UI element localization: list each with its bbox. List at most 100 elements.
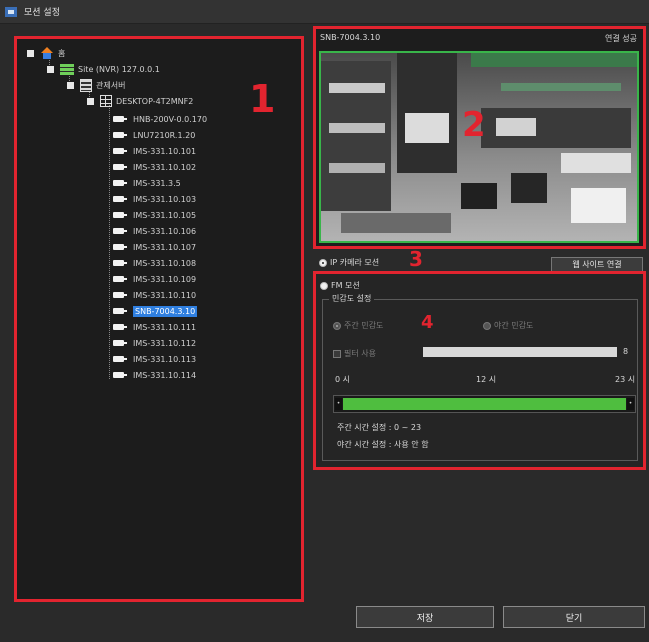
close-button[interactable]: 닫기 bbox=[503, 606, 645, 628]
video-shelf bbox=[329, 123, 385, 133]
tree-item-camera[interactable]: IMS-331.10.111 bbox=[113, 319, 196, 335]
camera-icon bbox=[113, 179, 127, 188]
home-icon bbox=[40, 47, 54, 59]
tree-item-camera[interactable]: LNU7210R.1.20 bbox=[113, 127, 195, 143]
ip-camera-motion-radio[interactable]: IP 카메라 모션 bbox=[319, 257, 379, 268]
tree-item-site[interactable]: Site (NVR) 127.0.0.1 bbox=[47, 61, 160, 77]
time-start-label: 0 시 bbox=[335, 375, 350, 384]
tree-item-server-group[interactable]: 관제서버 bbox=[67, 77, 125, 93]
video-feed bbox=[319, 51, 639, 243]
video-preview-panel: SNB-7004.3.10 연결 성공 2 bbox=[313, 26, 646, 249]
time-mid-label: 12 시 bbox=[476, 375, 497, 384]
tree-item-camera[interactable]: IMS-331.10.107 bbox=[113, 239, 196, 255]
tree-item-camera[interactable]: IMS-331.10.112 bbox=[113, 335, 196, 351]
tree-item-camera[interactable]: IMS-331.10.113 bbox=[113, 351, 196, 367]
tree-item-camera[interactable]: IMS-331.10.102 bbox=[113, 159, 196, 175]
video-floor-object bbox=[341, 213, 451, 233]
day-range-text: 주간 시간 설정 : 0 ~ 23 bbox=[337, 423, 422, 432]
camera-icon bbox=[113, 291, 127, 300]
sensitivity-group-title: 민감도 설정 bbox=[329, 293, 375, 304]
camera-icon bbox=[113, 323, 127, 332]
window-title: 모션 설정 bbox=[24, 8, 60, 18]
camera-icon bbox=[113, 163, 127, 172]
night-sensitivity-radio[interactable]: 야간 민감도 bbox=[483, 320, 533, 331]
range-start-handle[interactable]: • bbox=[335, 398, 342, 410]
tree-item-camera[interactable]: IMS-331.3.5 bbox=[113, 175, 181, 191]
checkbox-icon[interactable] bbox=[333, 349, 341, 358]
tree-item-camera[interactable]: IMS-331.10.103 bbox=[113, 191, 196, 207]
device-tree-panel: 홈 Site (NVR) 127.0.0.1 관제서버 DESKTOP-4T2M… bbox=[14, 36, 304, 602]
video-header: SNB-7004.3.10 연결 성공 bbox=[320, 33, 637, 47]
camera-icon bbox=[113, 227, 127, 236]
video-equipment bbox=[461, 183, 497, 209]
collapse-icon[interactable] bbox=[47, 65, 54, 73]
tree-connector bbox=[109, 105, 110, 379]
callout-number: 3 bbox=[409, 247, 423, 271]
app-icon bbox=[4, 5, 18, 19]
tree-item-camera[interactable]: IMS-331.10.114 bbox=[113, 367, 196, 383]
tree-item-camera[interactable]: IMS-331.10.106 bbox=[113, 223, 196, 239]
camera-icon bbox=[113, 339, 127, 348]
filter-checkbox[interactable]: 필터 사용 bbox=[333, 348, 376, 359]
camera-icon bbox=[113, 243, 127, 252]
time-end-label: 23 시 bbox=[615, 375, 636, 384]
camera-icon bbox=[113, 211, 127, 220]
fm-motion-panel: FM 모션 민감도 설정 4 주간 민감도 야간 민감도 필터 사용 8 0 시… bbox=[313, 271, 646, 470]
website-connect-button[interactable]: 웹 사이트 연결 bbox=[551, 257, 643, 272]
camera-icon bbox=[113, 259, 127, 268]
collapse-icon[interactable] bbox=[27, 49, 34, 57]
camera-name: SNB-7004.3.10 bbox=[320, 33, 381, 42]
camera-icon bbox=[113, 115, 127, 124]
title-bar: 모션 설정 bbox=[0, 0, 649, 24]
radio-selected-icon[interactable] bbox=[333, 321, 341, 330]
tree-item-camera[interactable]: HNB-200V-0.0.170 bbox=[113, 111, 207, 127]
tree-item-camera[interactable]: IMS-331.10.101 bbox=[113, 143, 196, 159]
camera-icon bbox=[113, 355, 127, 364]
video-equipment bbox=[571, 188, 626, 223]
tree-item-camera-selected[interactable]: SNB-7004.3.10 bbox=[113, 303, 198, 319]
callout-number: 4 bbox=[421, 312, 434, 333]
video-equipment bbox=[496, 118, 536, 136]
video-rail bbox=[471, 53, 637, 67]
camera-icon bbox=[113, 147, 127, 156]
video-rail bbox=[501, 83, 621, 91]
callout-number: 2 bbox=[462, 105, 486, 145]
video-shelf bbox=[329, 83, 385, 93]
video-shelf bbox=[329, 163, 385, 173]
grid-icon bbox=[100, 95, 112, 107]
sensitivity-group: 민감도 설정 4 주간 민감도 야간 민감도 필터 사용 8 0 시 12 시 … bbox=[322, 293, 638, 461]
connection-status: 연결 성공 bbox=[605, 34, 637, 43]
camera-icon bbox=[113, 275, 127, 284]
tree-item-camera[interactable]: IMS-331.10.108 bbox=[113, 255, 196, 271]
collapse-icon[interactable] bbox=[67, 81, 74, 89]
callout-number: 1 bbox=[249, 77, 276, 121]
fm-motion-radio[interactable]: FM 모션 bbox=[320, 280, 360, 291]
range-end-handle[interactable]: • bbox=[627, 398, 634, 410]
tree-item-camera[interactable]: IMS-331.10.110 bbox=[113, 287, 196, 303]
camera-icon bbox=[113, 307, 127, 316]
collapse-icon[interactable] bbox=[87, 97, 94, 105]
filter-value: 8 bbox=[623, 347, 629, 356]
video-equipment bbox=[511, 173, 547, 203]
night-range-text: 야간 시간 설정 : 사용 안 함 bbox=[337, 440, 429, 449]
camera-icon bbox=[113, 131, 127, 140]
tree-item-desktop[interactable]: DESKTOP-4T2MNF2 bbox=[87, 93, 193, 109]
day-range-fill bbox=[343, 398, 626, 410]
tree-item-camera[interactable]: IMS-331.10.109 bbox=[113, 271, 196, 287]
nvr-icon bbox=[60, 63, 74, 75]
server-icon bbox=[80, 78, 92, 92]
day-time-range-bar[interactable]: • • bbox=[333, 395, 636, 413]
filter-slider[interactable] bbox=[423, 347, 617, 357]
tree-item-root[interactable]: 홈 bbox=[27, 45, 65, 61]
save-button[interactable]: 저장 bbox=[356, 606, 494, 628]
radio-unselected-icon[interactable] bbox=[320, 281, 328, 290]
camera-icon bbox=[113, 195, 127, 204]
radio-selected-icon[interactable] bbox=[319, 258, 327, 267]
video-equipment bbox=[561, 153, 631, 173]
day-sensitivity-radio[interactable]: 주간 민감도 bbox=[333, 320, 383, 331]
ip-camera-mode-row: IP 카메라 모션 3 웹 사이트 연결 bbox=[313, 247, 646, 272]
tree-item-camera[interactable]: IMS-331.10.105 bbox=[113, 207, 196, 223]
video-box bbox=[405, 113, 449, 143]
camera-icon bbox=[113, 371, 127, 380]
radio-unselected-icon[interactable] bbox=[483, 321, 491, 330]
